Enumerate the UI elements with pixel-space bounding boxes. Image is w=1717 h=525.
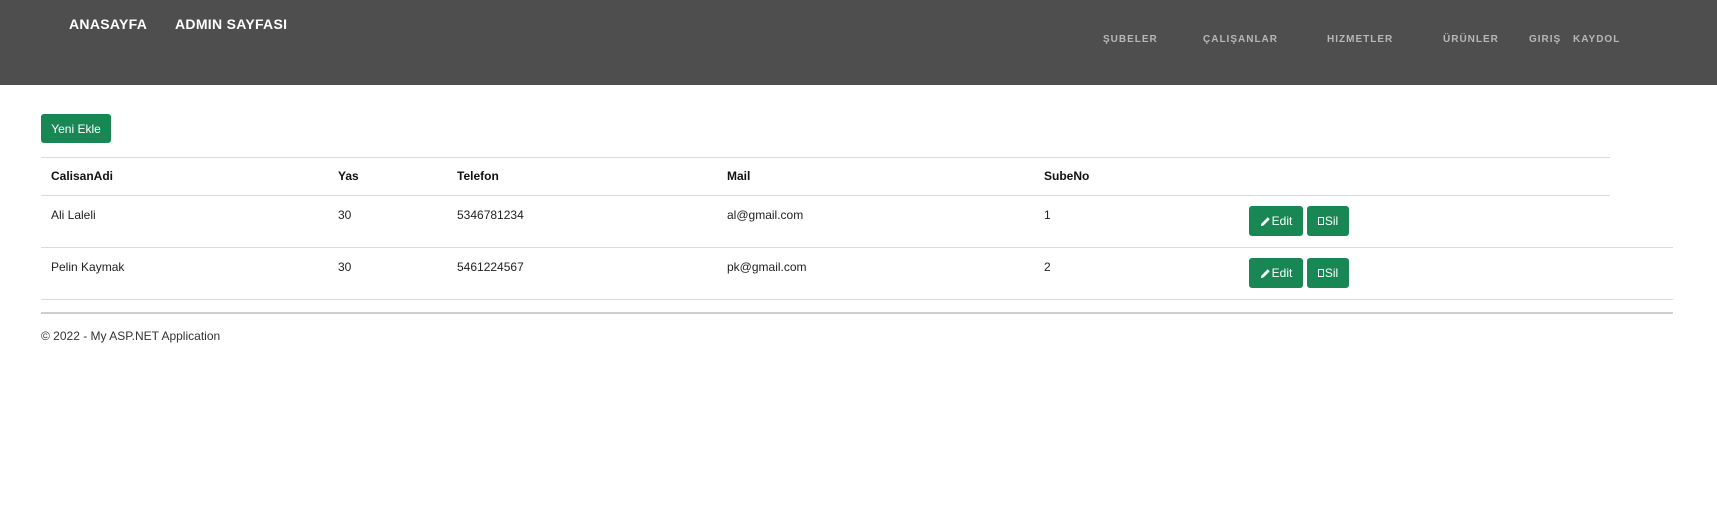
footer-copyright: © 2022 - My ASP.NET Application [41, 329, 221, 343]
cell-age: 30 [338, 208, 352, 222]
footer-divider [41, 312, 1673, 314]
nav-link-giris[interactable]: GIRIŞ [1529, 34, 1561, 45]
nav-link-urunler[interactable]: ÜRÜNLER [1443, 34, 1499, 45]
pencil-icon [1260, 216, 1271, 227]
edit-label: Edit [1271, 266, 1293, 280]
trash-icon [1317, 217, 1324, 225]
edit-label: Edit [1271, 214, 1293, 228]
column-header-mail: Mail [727, 169, 751, 183]
navbar: ANASAYFA ADMIN SAYFASI ŞUBELER ÇALIŞANLA… [0, 0, 1717, 85]
cell-phone: 5346781234 [457, 208, 524, 222]
nav-link-subeler[interactable]: ŞUBELER [1103, 34, 1158, 45]
table-header-row: CalisanAdi Yas Telefon Mail SubeNo [41, 157, 1610, 196]
delete-label: Sil [1324, 266, 1339, 280]
cell-branch: 1 [1044, 208, 1051, 222]
cell-name: Ali Laleli [51, 208, 96, 222]
nav-link-hizmetler[interactable]: HIZMETLER [1327, 34, 1393, 45]
column-header-telefon: Telefon [457, 169, 499, 183]
cell-phone: 5461224567 [457, 260, 524, 274]
employee-table: CalisanAdi Yas Telefon Mail SubeNo Ali L… [41, 157, 1673, 300]
nav-link-kaydol[interactable]: KAYDOL [1573, 34, 1620, 45]
cell-mail: al@gmail.com [727, 208, 804, 222]
delete-button[interactable]: Sil [1307, 206, 1349, 236]
cell-name: Pelin Kaymak [51, 260, 125, 274]
table-row: Pelin Kaymak 30 5461224567 pk@gmail.com … [41, 248, 1673, 300]
nav-link-calisanlar[interactable]: ÇALIŞANLAR [1203, 34, 1278, 45]
table-row: Ali Laleli 30 5346781234 al@gmail.com 1 … [41, 196, 1673, 248]
cell-branch: 2 [1044, 260, 1051, 274]
nav-link-anasayfa[interactable]: ANASAYFA [69, 16, 147, 32]
edit-button[interactable]: Edit [1249, 258, 1303, 288]
column-header-subeno: SubeNo [1044, 169, 1090, 183]
column-header-calisanadi: CalisanAdi [51, 169, 114, 183]
delete-button[interactable]: Sil [1307, 258, 1349, 288]
add-new-button[interactable]: Yeni Ekle [41, 114, 111, 143]
column-header-yas: Yas [338, 169, 359, 183]
nav-link-admin-sayfasi[interactable]: ADMIN SAYFASI [175, 16, 287, 32]
cell-mail: pk@gmail.com [727, 260, 807, 274]
cell-age: 30 [338, 260, 352, 274]
trash-icon [1317, 269, 1324, 277]
pencil-icon [1260, 268, 1271, 279]
edit-button[interactable]: Edit [1249, 206, 1303, 236]
delete-label: Sil [1324, 214, 1339, 228]
